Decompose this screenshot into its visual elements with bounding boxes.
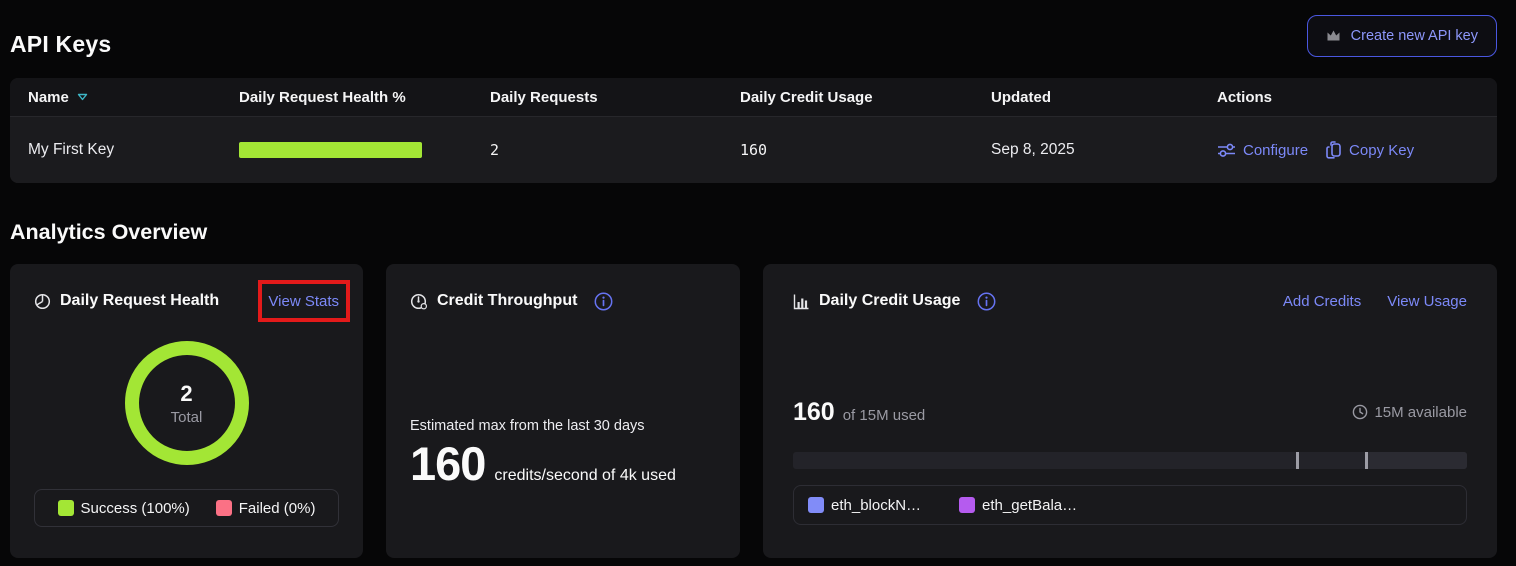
donut-total-label: Total [171, 409, 203, 426]
bar-chart-icon [793, 293, 810, 310]
sliders-icon [1217, 142, 1236, 158]
method-swatch [808, 497, 824, 513]
column-header-updated: Updated [991, 89, 1217, 106]
throughput-value: 160 [410, 436, 485, 491]
credits-available-label: 15M available [1374, 404, 1467, 421]
request-health-donut-chart: 2 Total [125, 341, 249, 465]
gauge-icon [410, 293, 428, 310]
table-row: My First Key 2 160 Sep 8, 2025 [10, 117, 1497, 183]
pie-chart-icon [34, 293, 51, 310]
create-api-key-label: Create new API key [1351, 28, 1478, 44]
column-header-name[interactable]: Name [28, 89, 239, 106]
card-title-daily-request-health: Daily Request Health [60, 292, 219, 310]
column-header-requests: Daily Requests [490, 89, 740, 106]
legend-item-success: Success (100%) [58, 500, 190, 517]
info-icon[interactable] [977, 292, 996, 311]
failed-swatch [216, 500, 232, 516]
section-title: Analytics Overview [10, 220, 1497, 245]
throughput-suffix: credits/second of 4k used [494, 467, 675, 485]
column-header-name-label: Name [28, 89, 69, 106]
credits-used-value: 160 [793, 398, 835, 427]
card-title-daily-credit-usage: Daily Credit Usage [819, 292, 960, 310]
api-key-name: My First Key [28, 141, 239, 159]
card-credit-throughput: Credit Throughput Estimated max from the… [386, 264, 740, 558]
api-keys-page: API Keys Create new API key Name Daily R… [0, 0, 1516, 566]
throughput-description: Estimated max from the last 30 days [410, 418, 716, 434]
donut-legend: Success (100%) Failed (0%) [34, 489, 339, 527]
health-percent-bar [239, 142, 422, 158]
progress-marker [1365, 452, 1368, 469]
card-title-credit-throughput: Credit Throughput [437, 292, 577, 310]
donut-total-value: 2 [180, 381, 192, 407]
legend-item-failed: Failed (0%) [216, 500, 316, 517]
add-credits-link[interactable]: Add Credits [1283, 293, 1361, 310]
configure-label: Configure [1243, 142, 1308, 159]
method-legend: eth_blockN… eth_getBala… [793, 485, 1467, 525]
view-stats-link[interactable]: View Stats [268, 293, 339, 310]
view-usage-link[interactable]: View Usage [1387, 293, 1467, 310]
info-icon[interactable] [594, 292, 613, 311]
copy-icon [1326, 141, 1342, 159]
legend-item-method: eth_getBala… [959, 497, 1077, 514]
analytics-cards: Daily Request Health View Stats 2 Total … [10, 264, 1497, 558]
method-label: eth_blockN… [831, 497, 921, 514]
progress-marker [1296, 452, 1299, 469]
method-label: eth_getBala… [982, 497, 1077, 514]
success-swatch [58, 500, 74, 516]
daily-credit-usage-value: 160 [740, 141, 991, 159]
column-header-credit-usage: Daily Credit Usage [740, 89, 991, 106]
updated-value: Sep 8, 2025 [991, 141, 1217, 159]
card-daily-request-health: Daily Request Health View Stats 2 Total … [10, 264, 363, 558]
credit-usage-progress-bar [793, 452, 1467, 469]
legend-item-method: eth_blockN… [808, 497, 921, 514]
topbar: API Keys Create new API key [10, 0, 1497, 78]
configure-link[interactable]: Configure [1217, 142, 1308, 159]
method-swatch [959, 497, 975, 513]
legend-success-label: Success (100%) [81, 500, 190, 517]
column-header-actions: Actions [1217, 89, 1479, 106]
copy-key-link[interactable]: Copy Key [1326, 141, 1414, 159]
column-header-health: Daily Request Health % [239, 89, 490, 106]
progress-reserve-segment [1365, 452, 1467, 469]
clock-icon [1352, 404, 1368, 420]
card-daily-credit-usage: Daily Credit Usage Add Credits View Usag… [763, 264, 1497, 558]
crown-icon [1326, 29, 1341, 43]
credits-used-suffix: of 15M used [843, 407, 926, 424]
api-keys-table: Name Daily Request Health % Daily Reques… [10, 78, 1497, 183]
create-api-key-button[interactable]: Create new API key [1307, 15, 1497, 57]
daily-requests-value: 2 [490, 141, 740, 159]
page-title: API Keys [10, 31, 111, 58]
legend-failed-label: Failed (0%) [239, 500, 316, 517]
sort-descending-icon[interactable] [77, 93, 88, 101]
table-header-row: Name Daily Request Health % Daily Reques… [10, 78, 1497, 117]
copy-key-label: Copy Key [1349, 142, 1414, 159]
